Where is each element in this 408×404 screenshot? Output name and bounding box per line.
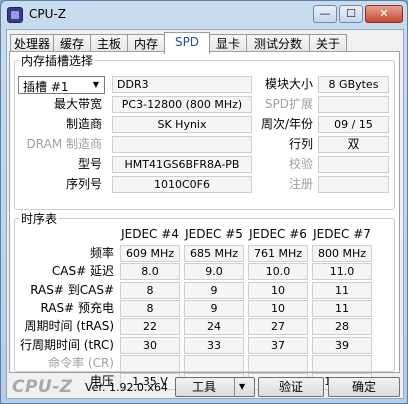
timing-column-header: JEDEC #5 <box>185 227 243 241</box>
cpuz-app-icon <box>7 7 23 23</box>
timing-value-cell: 8 <box>120 282 180 299</box>
timing-row-label: 周期时间 (tRAS) <box>24 319 114 333</box>
max-bandwidth-label: 最大带宽 <box>53 97 102 111</box>
timing-row-label: RAS# 预充电 <box>40 301 114 315</box>
timings-group-title: 时序表 <box>21 212 58 226</box>
window-title: CPU-Z <box>29 7 66 21</box>
close-button[interactable]: ✕ <box>365 5 403 23</box>
timing-value-cell <box>120 355 180 372</box>
timing-column-header: JEDEC #4 <box>121 227 179 241</box>
maximize-button[interactable]: ☐ <box>339 5 363 23</box>
timing-value-cell <box>312 355 372 372</box>
registered-field <box>318 176 389 193</box>
timing-column-header: JEDEC #6 <box>249 227 307 241</box>
timing-value-cell: 11 <box>312 300 372 317</box>
tools-button[interactable]: 工具 ▼ <box>175 377 255 397</box>
timing-value-cell: 9.0 <box>184 263 244 280</box>
timing-value-cell: 28 <box>312 318 372 335</box>
chevron-down-icon[interactable]: ▼ <box>239 378 245 396</box>
serial-number-field: 1010C0F6 <box>112 176 252 193</box>
timing-value-cell: 761 MHz <box>248 245 308 262</box>
timing-value-cell: 33 <box>184 337 244 354</box>
manufacturer-label: 制造商 <box>65 117 102 131</box>
slot-select-value: 插槽 #1 <box>23 80 69 94</box>
timing-row-label: 行周期时间 (tRC) <box>19 338 114 352</box>
correction-field <box>318 156 389 173</box>
spd-panel: 内存插槽选择 插槽 #1 ▼ DDR3 模块大小 8 GBytes 最大带宽 P… <box>9 51 400 390</box>
timing-value-cell: 27 <box>248 318 308 335</box>
cpuz-logo: CPU-Z <box>12 377 73 397</box>
bottom-bar: CPU-Z Ver. 1.92.0.x64 工具 ▼ 验证 确定 <box>7 376 403 398</box>
cpuz-window: CPU-Z — ☐ ✕ 处理器 缓存 主板 内存 SPD 显卡 测试分数 关于 … <box>0 0 408 404</box>
timing-value-cell: 24 <box>184 318 244 335</box>
dram-manufacturer-field <box>112 136 252 153</box>
minimize-button[interactable]: — <box>313 5 337 23</box>
timing-value-cell: 8 <box>120 300 180 317</box>
client-area: 处理器 缓存 主板 内存 SPD 显卡 测试分数 关于 内存插槽选择 插槽 #1… <box>6 29 404 399</box>
ok-button[interactable]: 确定 <box>328 377 400 397</box>
timing-row-label: RAS# 到CAS# <box>30 283 114 297</box>
tools-button-label: 工具 <box>192 380 217 394</box>
timing-value-cell: 10 <box>248 300 308 317</box>
part-number-field: HMT41GS6BFR8A-PB <box>112 156 252 173</box>
module-size-field: 8 GBytes <box>318 76 389 93</box>
timing-value-cell: 22 <box>120 318 180 335</box>
memory-type-field: DDR3 <box>112 76 252 93</box>
max-bandwidth-field: PC3-12800 (800 MHz) <box>112 96 252 113</box>
module-size-label: 模块大小 <box>264 77 313 91</box>
timing-value-cell: 39 <box>312 337 372 354</box>
timing-value-cell <box>184 355 244 372</box>
timing-value-cell: 10 <box>248 282 308 299</box>
timing-value-cell: 11.0 <box>312 263 372 280</box>
timing-value-cell: 685 MHz <box>184 245 244 262</box>
ranks-field: 双 <box>318 136 389 153</box>
version-label: Ver. 1.92.0.x64 <box>85 381 168 394</box>
timing-value-cell: 8.0 <box>120 263 180 280</box>
timing-row-label: 命令率 (CR) <box>48 356 114 370</box>
timing-value-cell: 11 <box>312 282 372 299</box>
part-number-label: 型号 <box>77 157 102 171</box>
timing-value-cell: 9 <box>184 282 244 299</box>
timing-value-cell: 800 MHz <box>312 245 372 262</box>
timing-value-cell: 37 <box>248 337 308 354</box>
week-year-field: 09 / 15 <box>318 116 389 133</box>
correction-label: 校验 <box>288 157 313 171</box>
timing-value-cell <box>248 355 308 372</box>
manufacturer-field: SK Hynix <box>112 116 252 133</box>
timing-value-cell: 30 <box>120 337 180 354</box>
serial-number-label: 序列号 <box>65 177 102 191</box>
spd-ext-label: SPD扩展 <box>264 97 313 111</box>
tools-split-divider <box>234 378 235 396</box>
timing-value-cell: 609 MHz <box>120 245 180 262</box>
spd-ext-field <box>318 96 389 113</box>
week-year-label: 周次/年份 <box>260 117 313 131</box>
timing-value-cell: 10.0 <box>248 263 308 280</box>
timing-row-label: CAS# 延迟 <box>51 264 114 278</box>
tab-spd[interactable]: SPD <box>164 32 210 54</box>
title-bar[interactable]: CPU-Z — ☐ ✕ <box>1 1 407 29</box>
timing-row-label: 频率 <box>89 246 114 260</box>
timing-column-header: JEDEC #7 <box>313 227 371 241</box>
validate-button[interactable]: 验证 <box>258 377 324 397</box>
registered-label: 注册 <box>288 177 313 191</box>
dram-manufacturer-label: DRAM 制造商 <box>26 137 102 151</box>
chevron-down-icon: ▼ <box>92 80 100 89</box>
slot-group-title: 内存插槽选择 <box>21 54 94 68</box>
slot-select[interactable]: 插槽 #1 ▼ <box>18 76 105 94</box>
ranks-label: 行列 <box>288 137 313 151</box>
timing-value-cell: 9 <box>184 300 244 317</box>
